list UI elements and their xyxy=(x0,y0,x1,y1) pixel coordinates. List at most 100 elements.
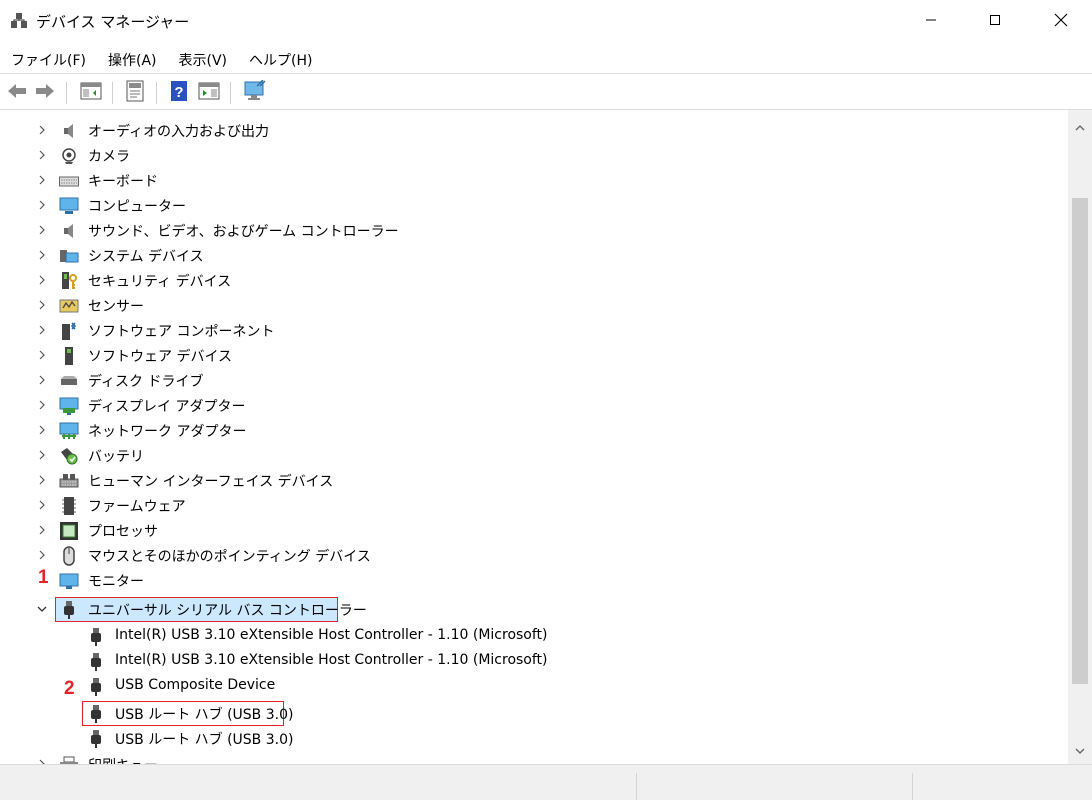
menu-action[interactable]: 操作(A) xyxy=(97,44,168,74)
tree-item-human-interface-devices[interactable]: ヒューマン インターフェイス デバイス xyxy=(0,468,1068,493)
chevron-right-icon[interactable] xyxy=(34,372,50,388)
usb-icon xyxy=(86,704,106,724)
usb-icon xyxy=(86,627,106,647)
chevron-right-icon[interactable] xyxy=(34,222,50,238)
show-hide-console-tree-button[interactable] xyxy=(78,80,104,106)
chevron-right-icon[interactable] xyxy=(34,497,50,513)
window-title: デバイス マネージャー xyxy=(36,13,190,31)
minimize-button[interactable] xyxy=(908,0,954,40)
chevron-right-icon[interactable] xyxy=(34,122,50,138)
menu-file[interactable]: ファイル(F) xyxy=(0,44,97,74)
tree-item-security-devices[interactable]: セキュリティ デバイス xyxy=(0,268,1068,293)
chevron-right-icon[interactable] xyxy=(34,522,50,538)
tree-item-label: サウンド、ビデオ、およびゲーム コントローラー xyxy=(88,224,399,240)
tree-item-label: USB ルート ハブ (USB 3.0) xyxy=(115,707,294,723)
tree-item-label: Intel(R) USB 3.10 eXtensible Host Contro… xyxy=(115,652,548,668)
tree-item-label: バッテリ xyxy=(88,449,144,465)
hid-icon xyxy=(59,471,79,491)
tree-item-label: ソフトウェア デバイス xyxy=(88,349,233,365)
status-bar xyxy=(0,764,1092,800)
tree-item-sensors[interactable]: センサー xyxy=(0,293,1068,318)
tree-item-label: ソフトウェア コンポーネント xyxy=(88,324,275,340)
chevron-right-icon[interactable] xyxy=(34,547,50,563)
tree-item-print-queues[interactable]: 印刷キュー xyxy=(0,752,1068,764)
scrollbar-thumb[interactable] xyxy=(1072,198,1088,684)
tree-item-usb-controllers[interactable]: ユニバーサル シリアル バス コントローラー xyxy=(0,597,1068,622)
tree-item-label: ファームウェア xyxy=(88,499,186,515)
scroll-up-button[interactable] xyxy=(1068,118,1092,136)
sensor-icon xyxy=(59,296,79,316)
scan-hardware-changes-button[interactable] xyxy=(242,79,268,106)
chevron-right-icon[interactable] xyxy=(34,397,50,413)
tree-item-disk-drives[interactable]: ディスク ドライブ xyxy=(0,368,1068,393)
tree-item-software-components[interactable]: ソフトウェア コンポーネント xyxy=(0,318,1068,343)
scroll-down-button[interactable] xyxy=(1068,742,1092,760)
chevron-up-icon xyxy=(1075,119,1085,135)
usb-icon xyxy=(86,652,106,672)
camera-icon xyxy=(59,146,79,166)
tree-item-firmware[interactable]: ファームウェア xyxy=(0,493,1068,518)
chevron-right-icon[interactable] xyxy=(34,347,50,363)
tree-item-batteries[interactable]: バッテリ xyxy=(0,443,1068,468)
forward-button[interactable] xyxy=(32,80,58,106)
firmware-icon xyxy=(59,496,79,516)
chevron-right-icon[interactable] xyxy=(34,247,50,263)
chevron-right-icon[interactable] xyxy=(34,756,50,764)
chevron-right-icon[interactable] xyxy=(34,272,50,288)
tree-item-camera[interactable]: カメラ xyxy=(0,143,1068,168)
security-key-icon xyxy=(59,271,79,291)
close-button[interactable] xyxy=(1038,0,1084,40)
toolbar-divider xyxy=(156,82,157,104)
tree-child-usb-host-controller-1[interactable]: Intel(R) USB 3.10 eXtensible Host Contro… xyxy=(0,624,1068,649)
menu-divider xyxy=(0,73,1092,74)
chevron-right-icon[interactable] xyxy=(34,472,50,488)
tree-child-usb-root-hub-2[interactable]: USB ルート ハブ (USB 3.0) xyxy=(0,726,1068,751)
chevron-right-icon[interactable] xyxy=(34,197,50,213)
help-button[interactable]: ? xyxy=(166,80,192,106)
tree-item-label: プロセッサ xyxy=(88,524,158,540)
chevron-right-icon[interactable] xyxy=(34,297,50,313)
status-bar-divider xyxy=(912,773,913,800)
tree-child-usb-host-controller-2[interactable]: Intel(R) USB 3.10 eXtensible Host Contro… xyxy=(0,649,1068,674)
tree-child-usb-composite-device[interactable]: USB Composite Device xyxy=(0,674,1068,699)
tree-item-keyboard[interactable]: キーボード xyxy=(0,168,1068,193)
tree-item-audio-io[interactable]: オーディオの入力および出力 xyxy=(0,118,1068,143)
processor-icon xyxy=(59,521,79,541)
system-device-icon xyxy=(59,246,79,266)
toolbar: ? xyxy=(0,76,1092,108)
toolbar-divider xyxy=(66,82,67,104)
tree-item-processors[interactable]: プロセッサ xyxy=(0,518,1068,543)
tree-child-usb-root-hub-1[interactable]: USB ルート ハブ (USB 3.0) xyxy=(0,701,1068,726)
tree-item-software-devices[interactable]: ソフトウェア デバイス xyxy=(0,343,1068,368)
tree-item-system-devices[interactable]: システム デバイス xyxy=(0,243,1068,268)
tree-item-network-adapters[interactable]: ネットワーク アダプター xyxy=(0,418,1068,443)
tree-item-mice[interactable]: マウスとそのほかのポインティング デバイス xyxy=(0,543,1068,568)
action-pane-button[interactable] xyxy=(196,80,222,106)
back-arrow-icon xyxy=(6,82,28,104)
maximize-button[interactable] xyxy=(972,0,1018,40)
chevron-right-icon[interactable] xyxy=(34,172,50,188)
annotation-marker-2: 2 xyxy=(64,678,75,699)
battery-icon xyxy=(59,446,79,466)
tree-item-monitors[interactable]: モニター xyxy=(0,568,1068,593)
chevron-down-icon xyxy=(1075,743,1085,759)
tree-item-computer[interactable]: コンピューター xyxy=(0,193,1068,218)
menu-view[interactable]: 表示(V) xyxy=(168,44,239,74)
tree-item-label: システム デバイス xyxy=(88,249,204,265)
tree-item-label: センサー xyxy=(88,299,144,315)
chevron-right-icon[interactable] xyxy=(34,147,50,163)
chevron-right-icon[interactable] xyxy=(34,447,50,463)
help-icon: ? xyxy=(169,80,189,106)
scan-hardware-changes-icon xyxy=(243,79,267,106)
chevron-right-icon[interactable] xyxy=(34,422,50,438)
chevron-right-icon[interactable] xyxy=(34,322,50,338)
vertical-scrollbar[interactable] xyxy=(1068,110,1092,764)
tree-item-sound-video-game[interactable]: サウンド、ビデオ、およびゲーム コントローラー xyxy=(0,218,1068,243)
usb-icon xyxy=(86,677,106,697)
tree-item-label: ユニバーサル シリアル バス コントローラー xyxy=(88,603,367,619)
properties-button[interactable] xyxy=(122,80,148,106)
back-button[interactable] xyxy=(4,80,30,106)
menu-help[interactable]: ヘルプ(H) xyxy=(238,44,323,74)
chevron-down-icon[interactable] xyxy=(34,601,50,617)
tree-item-display-adapters[interactable]: ディスプレイ アダプター xyxy=(0,393,1068,418)
